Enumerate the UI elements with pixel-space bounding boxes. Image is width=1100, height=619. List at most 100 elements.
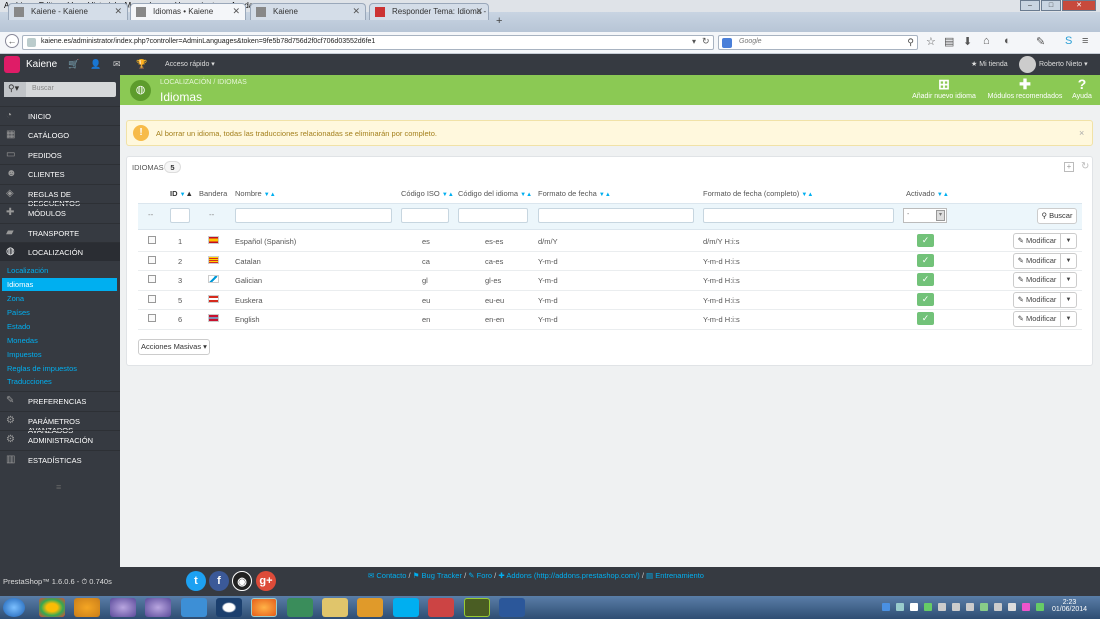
dreamweaver-icon[interactable] (464, 598, 490, 617)
sidebar-subitem-idiomas[interactable]: Idiomas (2, 278, 117, 291)
column-header-active[interactable]: Activado ▼▲ (906, 189, 949, 198)
sidebar-item-estadisticas[interactable]: ▥ ESTADÍSTICAS (0, 450, 120, 469)
close-tab-icon[interactable]: ✕ (475, 6, 483, 17)
tray-icon[interactable] (966, 603, 974, 611)
sidebar-item-modulos[interactable]: ✚ MÓDULOS (0, 203, 120, 222)
row-actions-dropdown[interactable]: ▼ (1060, 272, 1077, 288)
add-language-button[interactable]: ⊞ Añadir nuevo idioma (909, 77, 979, 100)
column-header-name[interactable]: Nombre ▼▲ (235, 189, 276, 198)
quick-access-dropdown[interactable]: Acceso rápido ▾ (165, 60, 215, 68)
search-icon[interactable]: ⚲▾ (4, 82, 26, 97)
web-search-input[interactable]: Google ⚲ (718, 35, 918, 50)
sidebar-item-pedidos[interactable]: ▭ PEDIDOS (0, 145, 120, 164)
star-icon[interactable]: ☆ (926, 35, 936, 48)
explorer-icon[interactable] (322, 598, 348, 617)
sidebar-item-reglas[interactable]: ◈ REGLAS DE DESCUENTOS (0, 184, 120, 208)
active-check-icon[interactable]: ✓ (917, 253, 934, 267)
facebook-icon[interactable]: f (209, 571, 229, 591)
row-checkbox[interactable] (148, 275, 156, 283)
filter-date-input[interactable] (538, 208, 694, 223)
sidebar-item-localizacion[interactable]: ◍ LOCALIZACIÓN (0, 242, 120, 261)
active-check-icon[interactable]: ✓ (917, 273, 934, 286)
breadcrumb-item[interactable]: LOCALIZACIÓN (160, 79, 211, 86)
footer-link-contacto[interactable]: Contacto (376, 571, 406, 580)
tray-icon[interactable] (910, 603, 918, 611)
skype-icon[interactable]: S (1065, 35, 1072, 47)
bulk-actions-button[interactable]: Acciones Masivas ▾ (138, 339, 210, 355)
footer-link-foro[interactable]: Foro (477, 571, 492, 580)
firefox-icon[interactable] (251, 598, 277, 617)
sidebar-subitem-localizacion[interactable]: Localización (0, 264, 118, 277)
browser-tab-active[interactable]: Idiomas • Kaiene ✕ (130, 3, 246, 20)
row-checkbox[interactable] (148, 314, 156, 322)
reading-list-icon[interactable]: ▤ (944, 35, 954, 48)
help-button[interactable]: ? Ayuda (1070, 77, 1094, 100)
sidebar-subitem-reglas-impuestos[interactable]: Reglas de impuestos (0, 362, 118, 375)
table-row[interactable]: 2 Catalan ca ca-es Y-m-d Y-m-d H:i:s ✓ ✎… (138, 252, 1082, 271)
table-row[interactable]: 6 English en en-en Y-m-d Y-m-d H:i:s ✓ ✎… (138, 310, 1082, 330)
chrome-icon[interactable] (39, 598, 65, 617)
edit-button[interactable]: ✎ Modificar (1013, 252, 1061, 269)
url-bar[interactable]: kaiene.es/administrator/index.php?contro… (22, 35, 714, 50)
row-checkbox[interactable] (148, 236, 156, 244)
shop-name[interactable]: Kaiene (26, 59, 57, 70)
download-icon[interactable]: ⬇ (963, 35, 972, 48)
column-header-id[interactable]: ID ▼▲ (170, 189, 193, 198)
app-icon[interactable] (287, 598, 313, 617)
tray-icon[interactable] (924, 603, 932, 611)
row-actions-dropdown[interactable]: ▼ (1060, 291, 1077, 308)
filter-code-input[interactable] (458, 208, 528, 223)
sidebar-item-administracion[interactable]: ⚙ ADMINISTRACIÓN (0, 430, 120, 449)
app-icon[interactable] (428, 598, 454, 617)
filter-active-select[interactable]: - ▾ (903, 208, 947, 223)
sidebar-subitem-paises[interactable]: Países (0, 306, 118, 319)
sidebar-item-transporte[interactable]: ▰ TRANSPORTE (0, 223, 120, 242)
tray-icon[interactable] (896, 603, 904, 611)
table-row[interactable]: 5 Euskera eu eu-eu Y-m-d Y-m-d H:i:s ✓ ✎… (138, 291, 1082, 310)
my-shop-link[interactable]: ★ Mi tienda (971, 60, 1008, 68)
sidebar-item-preferencias[interactable]: ✎ PREFERENCIAS (0, 391, 120, 410)
menu-icon[interactable]: ≡ (1082, 35, 1088, 47)
tray-icon[interactable] (1022, 603, 1030, 611)
close-tab-icon[interactable]: ✕ (232, 6, 240, 17)
tray-icon[interactable] (980, 603, 988, 611)
network-icon[interactable] (994, 603, 1002, 611)
app-icon[interactable] (145, 598, 171, 617)
skype-icon[interactable] (393, 598, 419, 617)
row-actions-dropdown[interactable]: ▼ (1060, 252, 1077, 269)
start-button[interactable] (3, 598, 25, 617)
google-plus-icon[interactable]: g+ (256, 571, 276, 591)
row-checkbox[interactable] (148, 294, 156, 303)
close-alert-icon[interactable]: × (1079, 128, 1084, 138)
tray-icon[interactable] (1036, 603, 1044, 611)
table-row[interactable]: 1 Español (Spanish) es es-es d/m/Y d/m/Y… (138, 232, 1082, 252)
extension-icon[interactable]: ✎ (1036, 35, 1045, 48)
sidebar-search[interactable]: ⚲▾ Buscar (4, 82, 116, 97)
extension-icon[interactable]: ◐ (1004, 35, 1011, 47)
filter-date-full-input[interactable] (703, 208, 894, 223)
sidebar-item-parametros[interactable]: ⚙ PARÁMETROS AVANZADOS (0, 411, 120, 435)
active-check-icon[interactable]: ✓ (917, 234, 934, 247)
app-icon[interactable] (216, 598, 242, 617)
filter-id-input[interactable] (170, 208, 190, 223)
minimize-button[interactable]: – (1020, 0, 1040, 11)
tray-icon[interactable] (952, 603, 960, 611)
envelope-icon[interactable]: ✉ (113, 59, 121, 70)
search-button[interactable]: ⚲ Buscar (1037, 208, 1077, 224)
sidebar-item-clientes[interactable]: ☻ CLIENTES (0, 164, 120, 183)
volume-icon[interactable] (1008, 603, 1016, 611)
collapse-sidebar-icon[interactable]: ≡ (56, 482, 61, 492)
maximize-button[interactable]: □ (1041, 0, 1061, 11)
tray-icon[interactable] (938, 603, 946, 611)
sidebar-subitem-estado[interactable]: Estado (0, 320, 118, 333)
edit-button[interactable]: ✎ Modificar (1013, 233, 1061, 249)
close-window-button[interactable]: ✕ (1062, 0, 1096, 11)
media-player-icon[interactable] (357, 598, 383, 617)
filter-iso-input[interactable] (401, 208, 449, 223)
active-check-icon[interactable]: ✓ (917, 292, 934, 306)
github-icon[interactable]: ◉ (232, 571, 252, 591)
column-header-date[interactable]: Formato de fecha ▼▲ (538, 189, 611, 198)
close-tab-icon[interactable]: ✕ (352, 6, 360, 17)
sidebar-subitem-zona[interactable]: Zona (0, 292, 118, 305)
row-actions-dropdown[interactable]: ▼ (1060, 233, 1077, 249)
